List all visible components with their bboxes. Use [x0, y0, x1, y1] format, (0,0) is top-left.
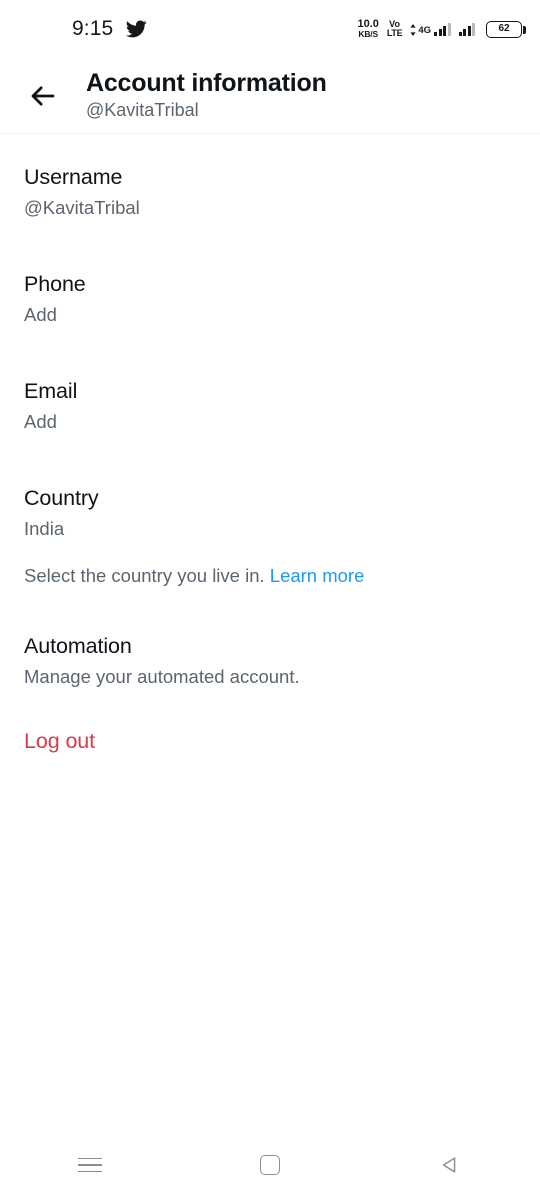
back-glyph [442, 1157, 456, 1173]
recents-glyph [78, 1157, 102, 1173]
setting-value-automation: Manage your automated account. [24, 665, 300, 687]
status-time: 9:15 [72, 17, 114, 40]
setting-row-automation[interactable]: Automation Manage your automated account… [24, 633, 516, 690]
setting-row-phone[interactable]: Phone Add [24, 271, 516, 328]
app-bar-titles: Account information @KavitaTribal [70, 69, 327, 121]
network-speed-indicator: 10.0 KB/S [357, 19, 378, 39]
home-icon[interactable] [180, 1130, 360, 1200]
setting-value-username: @KavitaTribal [24, 196, 140, 218]
page-subtitle: @KavitaTribal [86, 100, 199, 121]
setting-label-email: Email [24, 378, 78, 403]
app-bar: Account information @KavitaTribal [0, 58, 540, 134]
setting-help-country: Select the country you live in. Learn mo… [24, 564, 516, 589]
recents-icon[interactable] [0, 1130, 180, 1200]
network-type-label: 4G [418, 25, 431, 36]
signal-indicator-sim2 [458, 22, 475, 36]
setting-value-country: India [24, 517, 65, 539]
volte-line2: LTE [386, 28, 403, 38]
signal-bars-sim2 [458, 22, 475, 36]
setting-label-automation: Automation [24, 633, 132, 658]
signal-indicator-sim1: 4G [410, 22, 451, 36]
setting-label-phone: Phone [24, 271, 86, 296]
volte-icon: Vo LTE [386, 20, 403, 38]
back-icon[interactable] [360, 1130, 540, 1200]
settings-list: Username @KavitaTribal Phone Add Email A… [0, 134, 540, 1130]
data-transfer-arrows-icon [410, 23, 416, 36]
setting-row-username[interactable]: Username @KavitaTribal [24, 164, 516, 221]
home-glyph [260, 1155, 280, 1175]
setting-label-country: Country [24, 485, 99, 510]
page-title: Account information [86, 69, 327, 98]
twitter-bird-icon [125, 18, 147, 40]
setting-value-email[interactable]: Add [24, 410, 516, 435]
setting-row-email[interactable]: Email Add [24, 378, 516, 435]
battery-icon: 62 [486, 20, 526, 38]
setting-value-phone[interactable]: Add [24, 303, 516, 328]
status-bar-left: 9:15 [0, 17, 147, 41]
learn-more-link[interactable]: Learn more [270, 565, 365, 586]
phone-screen: 9:15 10.0 KB/S Vo LTE 4G 62 Account info… [0, 0, 540, 1200]
signal-bars-sim1 [434, 22, 451, 36]
country-help-text: Select the country you live in. [24, 564, 270, 586]
status-bar-right: 10.0 KB/S Vo LTE 4G 62 [357, 19, 526, 39]
back-arrow-icon[interactable] [16, 69, 70, 123]
network-speed-unit: KB/S [358, 29, 378, 40]
setting-label-username: Username [24, 165, 123, 189]
status-bar: 9:15 10.0 KB/S Vo LTE 4G 62 [0, 0, 540, 58]
log-out-button[interactable]: Log out [24, 728, 95, 756]
android-navigation-bar [0, 1130, 540, 1200]
battery-level-label: 62 [498, 23, 510, 34]
setting-row-country[interactable]: Country India Select the country you liv… [24, 485, 516, 589]
